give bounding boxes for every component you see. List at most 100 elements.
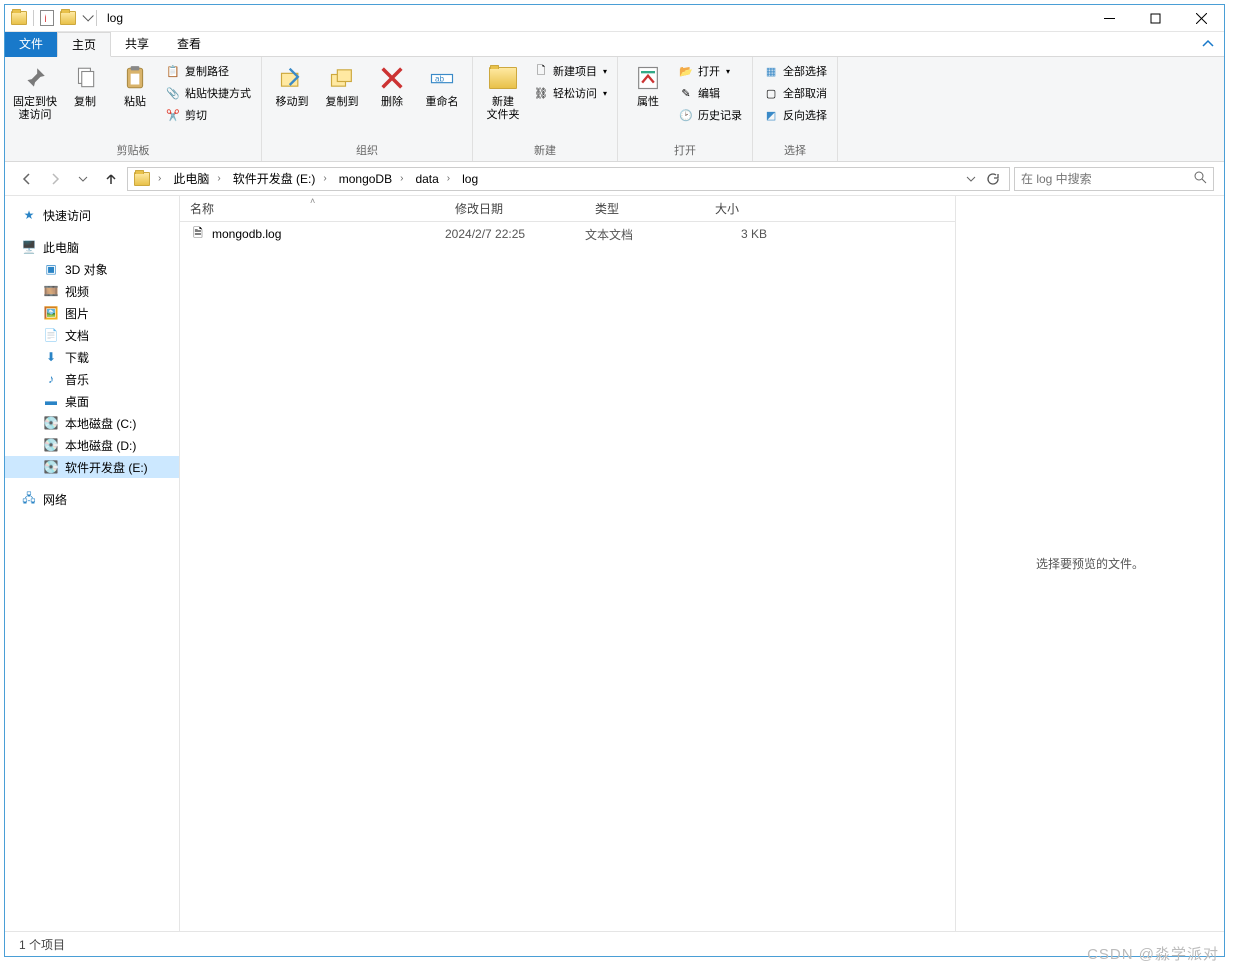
organize-group-label: 组织 <box>268 140 466 161</box>
nav-quick-access[interactable]: ★快速访问 <box>5 204 179 226</box>
tab-share[interactable]: 共享 <box>111 32 163 57</box>
paste-button[interactable]: 粘贴 <box>111 60 159 111</box>
paste-shortcut-icon: 📎 <box>165 85 181 101</box>
nav-network[interactable]: 🖧网络 <box>5 488 179 510</box>
video-icon: 🎞️ <box>43 283 59 299</box>
copy-to-button[interactable]: 复制到 <box>318 60 366 111</box>
file-type: 文本文档 <box>585 226 705 243</box>
picture-icon: 🖼️ <box>43 305 59 321</box>
easy-access-icon: ⛓ <box>533 85 549 101</box>
crumb-log[interactable]: log <box>454 168 482 190</box>
copy-button[interactable]: 复制 <box>61 60 109 111</box>
nav-downloads[interactable]: ⬇下载 <box>5 346 179 368</box>
preview-message: 选择要预览的文件。 <box>1036 555 1144 572</box>
desktop-icon: ▬ <box>43 393 59 409</box>
nav-pictures[interactable]: 🖼️图片 <box>5 302 179 324</box>
tab-view[interactable]: 查看 <box>163 32 215 57</box>
window-title: log <box>107 11 123 25</box>
easy-access-button[interactable]: ⛓轻松访问▾ <box>529 82 611 104</box>
open-group-label: 打开 <box>624 140 746 161</box>
qat-dropdown-icon[interactable] <box>82 10 93 21</box>
document-icon: 📄 <box>43 327 59 343</box>
forward-button[interactable] <box>43 167 67 191</box>
column-headers[interactable]: ˄ 名称 修改日期 类型 大小 <box>180 196 955 222</box>
pin-quick-access-button[interactable]: 固定到快 速访问 <box>11 60 59 124</box>
qat-separator <box>33 10 34 26</box>
properties-button[interactable]: 属性 <box>624 60 672 111</box>
minimize-button[interactable] <box>1086 5 1132 32</box>
file-name: mongodb.log <box>212 227 281 241</box>
addr-dropdown-icon[interactable] <box>961 167 981 191</box>
qat-separator-2 <box>96 10 97 26</box>
nav-music[interactable]: ♪音乐 <box>5 368 179 390</box>
address-bar[interactable]: › 此电脑› 软件开发盘 (E:)› mongoDB› data› log <box>127 167 1010 191</box>
rename-button[interactable]: ab 重命名 <box>418 60 466 111</box>
text-file-icon: 🗎 <box>190 226 206 242</box>
maximize-button[interactable] <box>1132 5 1178 32</box>
nav-drive-c[interactable]: 💽本地磁盘 (C:) <box>5 412 179 434</box>
search-icon[interactable] <box>1194 171 1207 187</box>
history-button[interactable]: 🕑历史记录 <box>674 104 746 126</box>
file-row[interactable]: 🗎mongodb.log 2024/2/7 22:25 文本文档 3 KB <box>180 222 955 246</box>
clipboard-group-label: 剪贴板 <box>11 140 255 161</box>
nav-videos[interactable]: 🎞️视频 <box>5 280 179 302</box>
drive-icon: 💽 <box>43 459 59 475</box>
copy-path-button[interactable]: 📋复制路径 <box>161 60 255 82</box>
preview-pane: 选择要预览的文件。 <box>956 196 1224 931</box>
address-bar-row: › 此电脑› 软件开发盘 (E:)› mongoDB› data› log <box>5 162 1224 196</box>
crumb-pc[interactable]: 此电脑 <box>165 168 213 190</box>
close-button[interactable] <box>1178 5 1224 32</box>
cut-button[interactable]: ✂️剪切 <box>161 104 255 126</box>
navigation-pane[interactable]: ★快速访问 🖥️此电脑 ▣3D 对象 🎞️视频 🖼️图片 📄文档 ⬇下载 ♪音乐… <box>5 196 180 931</box>
nav-this-pc[interactable]: 🖥️此电脑 <box>5 236 179 258</box>
nav-3d-objects[interactable]: ▣3D 对象 <box>5 258 179 280</box>
tab-home[interactable]: 主页 <box>57 32 111 57</box>
crumb-mongodb[interactable]: mongoDB <box>331 168 396 190</box>
history-icon: 🕑 <box>678 107 694 123</box>
col-type[interactable]: 类型 <box>585 200 705 217</box>
crumb-data[interactable]: data <box>407 168 442 190</box>
sort-indicator-icon: ˄ <box>310 196 315 206</box>
nav-desktop[interactable]: ▬桌面 <box>5 390 179 412</box>
col-date[interactable]: 修改日期 <box>445 200 585 217</box>
nav-drive-e[interactable]: 💽软件开发盘 (E:) <box>5 456 179 478</box>
file-list-pane: ˄ 名称 修改日期 类型 大小 🗎 mongodb.log 2024/2/7 22… <box>180 196 956 931</box>
app-folder-icon <box>11 11 27 25</box>
file-date: 2024/2/7 22:25 <box>445 227 585 241</box>
download-icon: ⬇ <box>43 349 59 365</box>
new-folder-button[interactable]: 新建 文件夹 <box>479 60 527 124</box>
move-to-button[interactable]: 移动到 <box>268 60 316 111</box>
select-none-icon: ▢ <box>763 85 779 101</box>
edit-button[interactable]: ✎编辑 <box>674 82 746 104</box>
qat-new-folder-icon[interactable] <box>60 11 76 25</box>
copy-path-icon: 📋 <box>165 63 181 79</box>
up-button[interactable] <box>99 167 123 191</box>
svg-text:ab: ab <box>435 75 445 84</box>
col-size[interactable]: 大小 <box>705 200 775 217</box>
tab-file[interactable]: 文件 <box>5 32 57 57</box>
nav-documents[interactable]: 📄文档 <box>5 324 179 346</box>
paste-shortcut-button[interactable]: 📎粘贴快捷方式 <box>161 82 255 104</box>
crumb-sep-icon[interactable]: › <box>154 173 165 184</box>
star-icon: ★ <box>21 207 37 223</box>
search-input[interactable] <box>1021 172 1194 186</box>
open-button[interactable]: 📂打开▾ <box>674 60 746 82</box>
qat-properties-icon[interactable] <box>40 10 54 26</box>
select-all-button[interactable]: ▦全部选择 <box>759 60 831 82</box>
status-bar: 1 个项目 <box>5 931 1224 956</box>
search-box[interactable] <box>1014 167 1214 191</box>
delete-button[interactable]: 删除 <box>368 60 416 111</box>
titlebar: log <box>5 5 1224 32</box>
invert-selection-button[interactable]: ◩反向选择 <box>759 104 831 126</box>
folder-icon <box>489 67 517 89</box>
open-icon: 📂 <box>678 63 694 79</box>
back-button[interactable] <box>15 167 39 191</box>
crumb-drive[interactable]: 软件开发盘 (E:) <box>225 168 320 190</box>
ribbon-collapse-icon[interactable] <box>1192 32 1224 56</box>
select-none-button[interactable]: ▢全部取消 <box>759 82 831 104</box>
new-item-button[interactable]: 🗋新建项目▾ <box>529 60 611 82</box>
recent-locations-button[interactable] <box>71 167 95 191</box>
file-list[interactable]: 🗎mongodb.log 2024/2/7 22:25 文本文档 3 KB <box>180 222 955 931</box>
refresh-button[interactable] <box>981 167 1005 191</box>
nav-drive-d[interactable]: 💽本地磁盘 (D:) <box>5 434 179 456</box>
